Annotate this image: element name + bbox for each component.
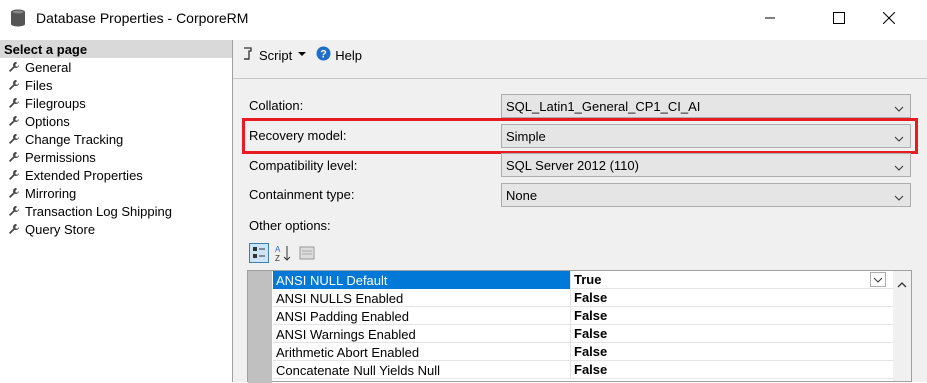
page-item-label: General	[25, 59, 72, 75]
page-item-transaction-log-shipping[interactable]: Transaction Log Shipping	[0, 202, 232, 220]
grid-row[interactable]: ANSI Warnings Enabled False	[273, 325, 893, 343]
page-item-mirroring[interactable]: Mirroring	[0, 184, 232, 202]
property-value[interactable]: False	[574, 308, 607, 323]
other-options-grid: ANSI NULL Default True ANSI NULLS Enabled F…	[247, 270, 912, 383]
page-selector-header: Select a page	[0, 40, 232, 58]
wrench-icon	[9, 188, 19, 198]
page-selector: Select a page General Files Filegroups Opti…	[0, 40, 233, 382]
property-value[interactable]: False	[574, 344, 607, 359]
collation-select[interactable]: SQL_Latin1_General_CP1_CI_AI	[501, 94, 911, 118]
grid-scrollbar[interactable]	[893, 271, 911, 381]
wrench-icon	[9, 98, 19, 108]
column-divider	[570, 289, 571, 307]
compatibility-level-select[interactable]: SQL Server 2012 (110)	[501, 153, 911, 177]
compatibility-level-value: SQL Server 2012 (110)	[506, 157, 639, 173]
script-label: Script	[259, 47, 293, 63]
property-value[interactable]: False	[574, 362, 607, 377]
window-title: Database Properties - CorporeRM	[36, 10, 249, 26]
grid-row[interactable]: Arithmetic Abort Enabled False	[273, 343, 893, 361]
recovery-model-highlight	[242, 118, 918, 154]
value-dropdown-button[interactable]	[870, 272, 886, 287]
toolbar-divider	[233, 78, 927, 79]
containment-type-label: Containment type:	[249, 187, 355, 202]
svg-text:Z: Z	[275, 254, 280, 262]
chevron-up-icon[interactable]	[897, 277, 907, 292]
grid-row[interactable]: ANSI NULLS Enabled False	[273, 289, 893, 307]
page-item-filegroups[interactable]: Filegroups	[0, 94, 232, 112]
sort-alphabetical-icon[interactable]: AZ	[273, 243, 293, 263]
page-item-label: Filegroups	[25, 95, 86, 111]
chevron-down-icon	[894, 102, 904, 117]
page-item-label: Transaction Log Shipping	[25, 203, 172, 219]
page-item-label: Change Tracking	[25, 131, 124, 147]
categorized-icon[interactable]	[249, 243, 269, 263]
page-item-permissions[interactable]: Permissions	[0, 148, 232, 166]
column-divider	[570, 361, 571, 379]
column-divider	[570, 307, 571, 325]
property-value[interactable]: False	[574, 326, 607, 341]
minimize-button[interactable]	[747, 0, 793, 36]
page-item-label: Files	[25, 77, 53, 93]
grid-row[interactable]: ANSI NULL Default True	[273, 271, 893, 289]
script-icon	[241, 46, 255, 64]
script-button[interactable]: Script	[241, 46, 308, 64]
page-item-label: Permissions	[25, 149, 96, 165]
chevron-down-icon	[894, 161, 904, 176]
svg-text:?: ?	[320, 49, 327, 61]
page-item-label: Options	[25, 113, 70, 129]
wrench-icon	[9, 170, 19, 180]
property-name: Concatenate Null Yields Null	[276, 363, 441, 378]
wrench-icon	[9, 224, 19, 234]
compatibility-level-label: Compatibility level:	[249, 158, 358, 173]
property-name: ANSI Padding Enabled	[276, 309, 409, 324]
property-name: Arithmetic Abort Enabled	[276, 345, 420, 360]
property-pages-icon[interactable]	[297, 243, 317, 263]
page-item-extended-properties[interactable]: Extended Properties	[0, 166, 232, 184]
page-item-label: Extended Properties	[25, 167, 143, 183]
property-name: ANSI Warnings Enabled	[276, 327, 416, 342]
page-item-options[interactable]: Options	[0, 112, 232, 130]
other-options-label: Other options:	[249, 218, 331, 233]
page-item-change-tracking[interactable]: Change Tracking	[0, 130, 232, 148]
containment-type-select[interactable]: None	[501, 183, 911, 207]
toolbar: Script ? Help	[233, 40, 927, 70]
grid-row[interactable]: ANSI Padding Enabled False	[273, 307, 893, 325]
collation-label: Collation:	[249, 98, 304, 113]
page-item-query-store[interactable]: Query Store	[0, 220, 232, 238]
grid-row[interactable]: Concatenate Null Yields Null False	[273, 361, 893, 379]
collation-value: SQL_Latin1_General_CP1_CI_AI	[506, 98, 701, 114]
property-name: ANSI NULL Default	[276, 273, 388, 288]
chevron-down-icon	[873, 277, 883, 283]
help-icon: ?	[316, 46, 331, 64]
wrench-icon	[9, 134, 19, 144]
column-divider	[570, 343, 571, 361]
maximize-button[interactable]	[816, 0, 862, 36]
database-icon	[10, 9, 26, 27]
column-divider	[570, 271, 571, 289]
property-value[interactable]: True	[574, 272, 601, 287]
page-item-label: Mirroring	[25, 185, 77, 201]
wrench-icon	[9, 62, 19, 72]
page-item-files[interactable]: Files	[0, 76, 232, 94]
close-button[interactable]	[866, 0, 912, 36]
help-label: Help	[335, 47, 362, 63]
wrench-icon	[9, 80, 19, 90]
page-item-general[interactable]: General	[0, 58, 232, 76]
column-divider	[570, 325, 571, 343]
grid-gutter	[248, 271, 272, 383]
chevron-down-icon[interactable]	[296, 48, 308, 63]
title-bar: Database Properties - CorporeRM	[0, 0, 927, 36]
svg-text:A: A	[275, 245, 281, 254]
wrench-icon	[9, 152, 19, 162]
page-item-label: Query Store	[25, 221, 96, 237]
property-value[interactable]: False	[574, 290, 607, 305]
wrench-icon	[9, 206, 19, 216]
wrench-icon	[9, 116, 19, 126]
property-name: ANSI NULLS Enabled	[276, 291, 404, 306]
containment-type-value: None	[506, 187, 538, 203]
grid-toolbar: AZ	[249, 243, 317, 263]
chevron-down-icon	[894, 191, 904, 206]
help-button[interactable]: ? Help	[316, 46, 362, 64]
